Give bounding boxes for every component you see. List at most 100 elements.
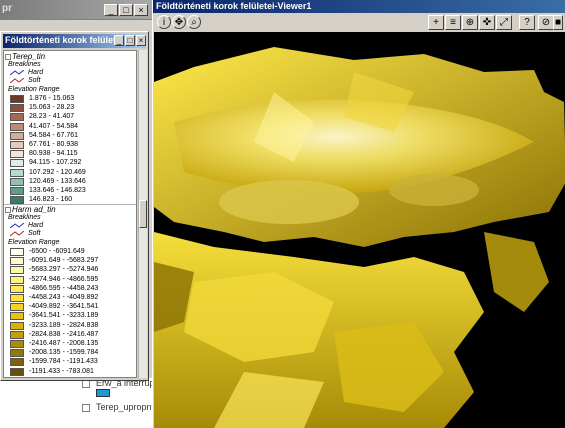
theme-name[interactable]: Terep_tin xyxy=(12,52,45,61)
legend-class-row: -4049.892 - -3641.541 xyxy=(10,303,135,312)
help-icon[interactable]: ? xyxy=(519,15,535,30)
legend-class-row: 1.876 - 15.063 xyxy=(10,95,135,104)
viewer-title: Földtörténeti korok felületei-Viewer1 xyxy=(156,1,312,11)
legend-swatch xyxy=(10,131,24,140)
3d-scene-view[interactable] xyxy=(154,32,565,428)
theme-tree: Erw_a interrupt.tin Terep_upropnt_a xyxy=(0,378,169,428)
legend-range-label: 41.407 - 54.584 xyxy=(29,122,79,130)
legend-swatch xyxy=(10,284,24,293)
close-icon[interactable]: × xyxy=(136,35,146,46)
project-window-title: pr xyxy=(2,3,12,14)
legend-swatch xyxy=(10,95,24,103)
legend-swatch xyxy=(10,150,24,159)
hard-breakline-icon xyxy=(10,223,24,229)
legend-swatch xyxy=(10,141,24,149)
legend-class-row: 133.646 - 146.823 xyxy=(10,187,135,196)
legend-class-row: 107.292 - 120.469 xyxy=(10,168,135,178)
full-extent-icon[interactable]: ⤢ xyxy=(496,15,512,30)
minimize-icon[interactable]: _ xyxy=(104,4,118,16)
legend-range-label: 80.938 - 94.115 xyxy=(29,150,78,158)
legend-swatch xyxy=(10,257,24,266)
close-view-icon[interactable]: ■ xyxy=(553,15,563,30)
legend-range-label: -4458.243 - -4049.892 xyxy=(29,294,99,301)
stop-icon[interactable]: ⊘ xyxy=(538,15,554,30)
legend-window-titlebar: Földtörténeti korok felületei _ □ × xyxy=(3,34,146,48)
theme-swatch xyxy=(96,389,110,397)
theme-checkbox[interactable] xyxy=(5,207,11,213)
hard-label: Hard xyxy=(28,69,44,76)
minimize-icon[interactable]: _ xyxy=(114,35,124,46)
zoom-in-icon[interactable]: ⊕ xyxy=(462,15,478,30)
legend-class-row: -6500 - -6091.649 xyxy=(10,248,135,257)
legend-class-row: -5274.946 - -4866.595 xyxy=(10,275,135,285)
legend-swatch xyxy=(10,321,24,330)
legend-range-label: -1191.433 - -783.081 xyxy=(29,367,94,375)
hard-breakline-icon xyxy=(10,70,24,76)
legend-class-row: 120.469 - 133.646 xyxy=(10,177,135,187)
legend-range-label: -4866.595 - -4458.243 xyxy=(29,284,99,292)
hard-label: Hard xyxy=(28,222,44,229)
terrain-surface[interactable] xyxy=(154,32,565,428)
legend-class-row: -3233.189 - -2824.838 xyxy=(10,321,135,331)
legend-swatch xyxy=(10,266,24,275)
elevation-range-label: Elevation Range xyxy=(8,86,60,93)
soft-breakline-icon xyxy=(10,78,24,84)
legend-class-row: 15.063 - 28.23 xyxy=(10,104,135,113)
legend-swatch xyxy=(10,367,24,376)
legend-swatch xyxy=(10,177,24,186)
legend-range-label: 28.23 - 41.407 xyxy=(29,113,75,121)
project-window-titlebar: pr _ □ × xyxy=(0,0,152,20)
legend-range-label: 54.584 - 67.761 xyxy=(29,131,79,139)
close-icon[interactable]: × xyxy=(134,4,148,16)
maximize-icon[interactable]: □ xyxy=(125,35,135,46)
theme-name[interactable]: Harm ad_tin xyxy=(12,205,56,214)
legend-class-row: -2416.487 - -2008.135 xyxy=(10,340,135,349)
legend-swatch xyxy=(10,187,24,195)
scrollbar-thumb[interactable] xyxy=(139,200,147,228)
legend-class-row: -1191.433 - -783.081 xyxy=(10,367,135,377)
navigate-icon[interactable]: ✜ xyxy=(479,15,495,30)
legend-swatch xyxy=(10,275,24,284)
legend-class-row: -4866.595 - -4458.243 xyxy=(10,284,135,294)
legend-range-label: 15.063 - 28.23 xyxy=(29,104,75,112)
legend-class-row: -5683.297 - -5274.946 xyxy=(10,266,135,275)
legend-swatch xyxy=(10,196,24,205)
legend-class-row: -2008.135 - -1599.784 xyxy=(10,349,135,358)
desktop: pr _ □ × Erw_a interrupt.tin Terep_uprop… xyxy=(0,0,565,428)
theme-properties-icon[interactable]: ≡ xyxy=(445,15,461,30)
maximize-icon[interactable]: □ xyxy=(119,4,133,16)
elevation-range-label: Elevation Range xyxy=(8,239,60,246)
viewer-titlebar: Földtörténeti korok felületei-Viewer1 xyxy=(153,0,565,13)
legend-swatch xyxy=(10,168,24,177)
legend-window-title: Földtörténeti korok felületei xyxy=(5,35,124,45)
legend-swatch xyxy=(10,330,24,339)
legend-class-row: 80.938 - 94.115 xyxy=(10,150,135,159)
legend-range-label: 107.292 - 120.469 xyxy=(29,168,86,176)
theme-checkbox[interactable] xyxy=(82,380,90,388)
legend-class-row: -4458.243 - -4049.892 xyxy=(10,294,135,303)
legend-window: Földtörténeti korok felületei _ □ × Tere… xyxy=(0,31,149,381)
legend-range-label: -3233.189 - -2824.838 xyxy=(29,321,99,329)
legend-swatch xyxy=(10,294,24,302)
viewer-window: Földtörténeti korok felületei-Viewer1 i ✥… xyxy=(152,0,565,428)
legend-range-label: 133.646 - 146.823 xyxy=(29,187,86,194)
legend-scrollbar[interactable] xyxy=(138,50,147,378)
legend-range-label: -3641.541 - -3233.189 xyxy=(29,312,99,320)
theme-checkbox[interactable] xyxy=(5,54,11,60)
legend-swatch xyxy=(10,312,24,321)
legend-range-label: -5274.946 - -4866.595 xyxy=(29,275,99,283)
legend-class-row: -2824.838 - -2416.487 xyxy=(10,330,135,340)
legend-range-label: 146.823 - 160 xyxy=(29,196,73,204)
zoom-icon[interactable]: ⌕ xyxy=(187,15,201,29)
theme-checkbox[interactable] xyxy=(82,404,90,412)
legend-range-label: 120.469 - 133.646 xyxy=(29,177,86,185)
legend-class-row: -1599.784 - -1191.433 xyxy=(10,358,135,367)
info-icon[interactable]: i xyxy=(157,15,171,29)
legend-range-label: -2824.838 - -2416.487 xyxy=(29,330,99,338)
legend-swatch xyxy=(10,303,24,312)
soft-label: Soft xyxy=(28,77,41,84)
pan-icon[interactable]: ✥ xyxy=(172,15,186,29)
soft-breakline-icon xyxy=(10,231,24,237)
legend-range-label: 94.115 - 107.292 xyxy=(29,159,82,167)
add-theme-icon[interactable]: + xyxy=(428,15,444,30)
